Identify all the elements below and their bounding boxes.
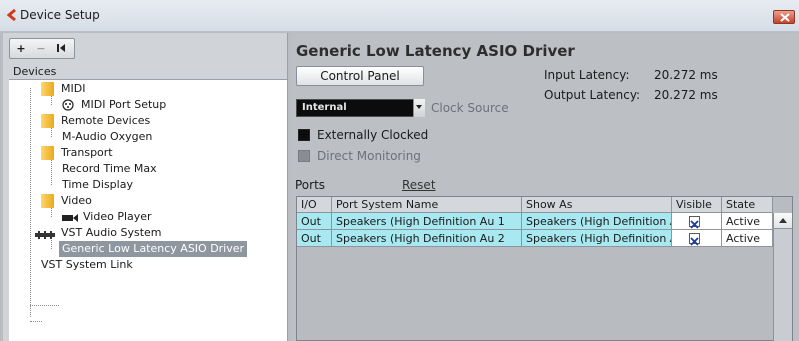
column-header-visible[interactable]: Visible — [672, 197, 722, 213]
tree-item-label: MIDI — [61, 82, 86, 95]
tree-item-record-time-max[interactable]: Record Time Max — [62, 161, 157, 177]
table-cell-visible — [672, 230, 722, 247]
visible-checkbox[interactable] — [689, 233, 700, 246]
folder-icon — [41, 114, 54, 128]
visible-checkbox[interactable] — [689, 216, 700, 229]
video-player-icon — [62, 214, 78, 222]
tree-item-label: Generic Low Latency ASIO Driver — [62, 242, 245, 255]
control-panel-button[interactable]: Control Panel — [296, 66, 424, 86]
window-title: Device Setup — [20, 8, 100, 22]
table-cell-state: Active — [722, 230, 773, 247]
ports-table: I/O Port System Name Show As Visible Sta… — [296, 196, 793, 341]
table-cell-show-as[interactable]: Speakers (High Definition Au — [522, 230, 672, 247]
device-toolbar: + − — [9, 38, 75, 59]
check-x-icon — [690, 237, 699, 246]
tree-item-vst-audio-system[interactable]: VST Audio System — [35, 225, 162, 241]
tree-item-label: VST System Link — [41, 258, 133, 271]
table-cell-visible — [672, 213, 722, 230]
table-cell-system-name: Speakers (High Definition Au 2 — [332, 230, 522, 247]
output-latency-label: Output Latency: — [544, 88, 641, 102]
direct-monitoring-label: Direct Monitoring — [317, 149, 421, 163]
driver-settings-panel: Generic Low Latency ASIO Driver Control … — [291, 33, 799, 341]
reset-arrow-icon[interactable] — [53, 41, 69, 56]
tree-item-video-player[interactable]: Video Player — [62, 209, 152, 225]
table-cell-show-as[interactable]: Speakers (High Definition Au — [522, 213, 672, 230]
tree-item-midi-port-setup[interactable]: MIDI Port Setup — [62, 97, 166, 113]
tree-item-label: MIDI Port Setup — [81, 98, 167, 111]
tree-item-transport[interactable]: Transport — [41, 145, 113, 161]
tree-item-label: M-Audio Oxygen — [62, 130, 153, 143]
driver-title: Generic Low Latency ASIO Driver — [296, 42, 575, 60]
title-bar: Device Setup — [0, 0, 799, 32]
chevron-up-icon — [779, 218, 787, 223]
input-latency-label: Input Latency: — [544, 68, 630, 82]
tree-item-midi[interactable]: MIDI — [41, 81, 85, 97]
direct-monitoring-checkbox[interactable] — [298, 150, 310, 162]
output-latency-value: 20.272 ms — [654, 88, 718, 102]
tree-item-time-display[interactable]: Time Display — [62, 177, 133, 193]
tree-item-remote-devices[interactable]: Remote Devices — [41, 113, 150, 129]
devices-header: Devices — [9, 64, 287, 80]
midi-port-icon — [62, 99, 74, 111]
scroll-up-button[interactable] — [774, 213, 792, 229]
tree-item-label: Transport — [61, 146, 113, 159]
plus-icon[interactable]: + — [13, 41, 29, 56]
tree-item-label: Video Player — [83, 210, 152, 223]
clock-source-value: Internal — [302, 102, 347, 113]
input-latency-value: 20.272 ms — [654, 68, 718, 82]
column-header-show-as[interactable]: Show As — [522, 197, 672, 213]
tree-item-m-audio-oxygen[interactable]: M-Audio Oxygen — [62, 129, 152, 145]
check-x-icon — [690, 220, 699, 229]
tree-item-label: Record Time Max — [62, 162, 157, 175]
table-scrollbar[interactable] — [773, 213, 792, 341]
vst-audio-icon — [35, 231, 55, 239]
ports-label: Ports — [295, 178, 326, 192]
folder-icon — [41, 82, 54, 96]
clock-source-select[interactable]: Internal — [296, 99, 425, 117]
folder-icon — [41, 146, 54, 160]
clock-source-label: Clock Source — [431, 101, 509, 115]
tree-item-label: Time Display — [62, 178, 133, 191]
chevron-down-icon[interactable] — [413, 99, 425, 117]
device-tree: MIDI MIDI Port Setup Remote Devices M-Au… — [9, 80, 287, 341]
close-icon — [780, 13, 790, 22]
column-header-io[interactable]: I/O — [297, 197, 332, 213]
close-button[interactable] — [773, 10, 795, 24]
column-header-port-system-name[interactable]: Port System Name — [332, 197, 522, 213]
table-cell-system-name: Speakers (High Definition Au 1 — [332, 213, 522, 230]
table-cell-state: Active — [722, 213, 773, 230]
table-cell-io: Out — [297, 213, 332, 230]
tree-item-label: Remote Devices — [61, 114, 151, 127]
table-cell-io: Out — [297, 230, 332, 247]
tree-item-generic-low-latency-asio-driver[interactable]: Generic Low Latency ASIO Driver — [59, 241, 248, 257]
cubase-logo-icon — [6, 9, 16, 21]
folder-icon — [41, 194, 54, 208]
externally-clocked-label: Externally Clocked — [317, 128, 429, 142]
reset-link[interactable]: Reset — [402, 178, 436, 192]
device-list-panel: + − Devices MIDI MIDI Port Setup Remote … — [3, 33, 288, 341]
tree-item-vst-system-link[interactable]: VST System Link — [41, 257, 133, 273]
tree-item-label: VST Audio System — [61, 226, 162, 239]
minus-icon[interactable]: − — [33, 41, 49, 56]
tree-item-label: Video — [61, 194, 92, 207]
externally-clocked-checkbox[interactable] — [298, 129, 310, 141]
column-header-state[interactable]: State — [722, 197, 773, 213]
tree-item-video[interactable]: Video — [41, 193, 92, 209]
